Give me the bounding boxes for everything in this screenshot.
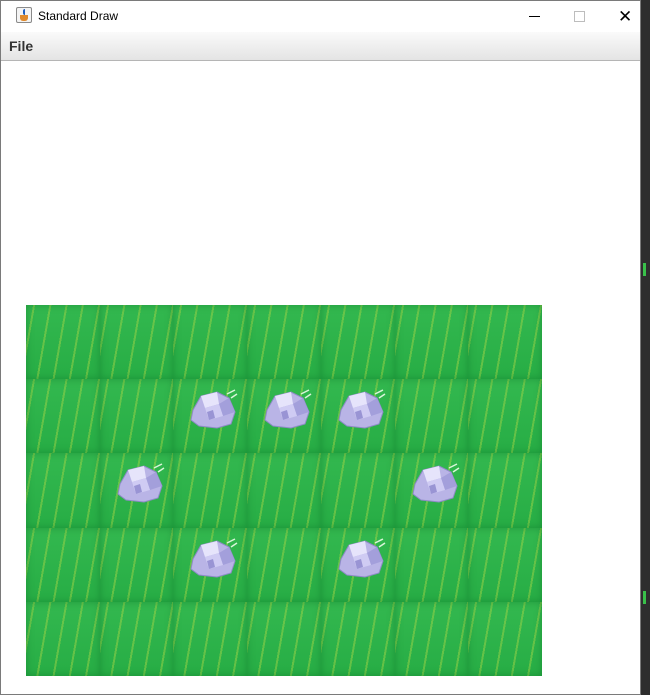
grass-tile — [247, 601, 321, 676]
grass-tile — [26, 305, 100, 380]
drawing-canvas[interactable] — [1, 62, 640, 694]
grass-tile — [320, 527, 395, 602]
grass-tile — [468, 527, 542, 602]
grass-tile — [394, 453, 469, 528]
grass-tile — [99, 601, 174, 676]
grass-tile — [173, 453, 248, 528]
grass-tile — [99, 305, 174, 380]
grass-tile — [247, 379, 321, 454]
grass-tile — [173, 527, 248, 602]
rock-sprite — [335, 537, 387, 581]
rock-sprite — [187, 388, 239, 432]
menu-bar: File — [1, 32, 640, 61]
tile-grid — [26, 305, 542, 676]
minimize-button[interactable] — [511, 1, 557, 32]
background-window-edge — [643, 263, 646, 276]
grass-tile — [26, 601, 100, 676]
minimize-icon — [529, 16, 540, 17]
standard-draw-window: Standard Draw ✕ File — [0, 0, 641, 695]
grass-tile — [320, 379, 395, 454]
grass-tile — [26, 379, 100, 454]
rock-sprite — [187, 537, 239, 581]
grass-tile — [468, 601, 542, 676]
grass-tile — [394, 379, 469, 454]
rock-sprite — [114, 462, 166, 506]
grass-tile — [320, 601, 395, 676]
rock-sprite — [409, 462, 461, 506]
grass-tile — [247, 305, 321, 380]
grass-tile — [320, 305, 395, 380]
java-app-icon — [16, 7, 32, 23]
title-bar[interactable]: Standard Draw ✕ — [1, 1, 640, 32]
grass-tile — [247, 527, 321, 602]
grass-tile — [320, 453, 395, 528]
rock-sprite — [335, 388, 387, 432]
menu-file[interactable]: File — [9, 38, 33, 54]
grass-tile — [394, 601, 469, 676]
grass-tile — [394, 305, 469, 380]
close-icon: ✕ — [618, 7, 633, 26]
maximize-icon — [574, 11, 585, 22]
grass-tile — [173, 379, 248, 454]
rock-sprite — [261, 388, 313, 432]
grass-tile — [26, 453, 100, 528]
grass-tile — [468, 453, 542, 528]
grass-tile — [247, 453, 321, 528]
grass-tile — [173, 305, 248, 380]
close-button[interactable]: ✕ — [601, 1, 647, 32]
grass-tile — [394, 527, 469, 602]
window-title: Standard Draw — [38, 9, 119, 23]
grass-tile — [173, 601, 248, 676]
grass-tile — [468, 379, 542, 454]
grass-tile — [99, 379, 174, 454]
background-window-edge — [643, 591, 646, 604]
grass-tile — [99, 527, 174, 602]
grass-tile — [99, 453, 174, 528]
grass-tile — [468, 305, 542, 380]
grass-tile — [26, 527, 100, 602]
maximize-button[interactable] — [556, 1, 602, 32]
